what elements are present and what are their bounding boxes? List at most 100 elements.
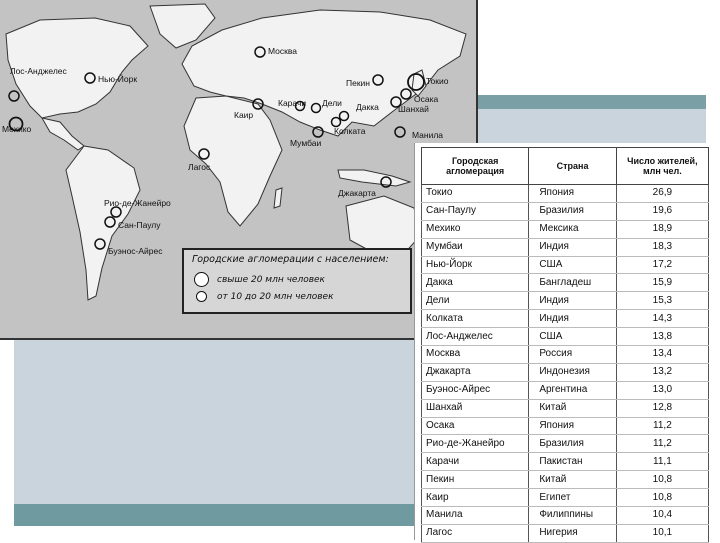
cell-country: Китай [528, 470, 617, 490]
city-label-beijing: Пекин [346, 78, 370, 88]
cell-population: 15,9 [615, 273, 710, 293]
table-row: Джакарта Индонезия 13,2 [420, 363, 710, 382]
table-row: Токио Япония 26,9 [420, 184, 710, 203]
table-row: Лос-Анджелес США 13,8 [420, 327, 710, 347]
city-label-shanghai: Шанхай [398, 104, 429, 114]
table-row: Дели Индия 15,3 [420, 291, 710, 311]
legend-label-large: свыше 20 млн человек [217, 275, 325, 285]
world-map: Лос-Анджелес Нью-Йорк Мехико Москва Пеки… [0, 0, 478, 340]
city-label-tokyo: Токио [426, 76, 449, 86]
cell-population: 14,3 [615, 309, 710, 329]
cell-city: Дели [420, 291, 530, 311]
column-header-population: Число жителей, млн чел. [615, 147, 710, 185]
cell-country: Бангладеш [528, 273, 617, 293]
cell-city: Сан-Паулу [420, 202, 530, 221]
cell-city: Джакарта [420, 363, 530, 382]
city-label-sao-paulo: Сан-Паулу [118, 220, 161, 230]
cell-population: 26,9 [615, 184, 710, 203]
africa-shape [183, 95, 283, 227]
cell-population: 18,9 [615, 220, 710, 239]
cell-city: Колката [420, 309, 530, 329]
city-label-buenos-aires: Буэнос-Айрес [108, 246, 163, 256]
cell-country: Индия [528, 291, 617, 311]
city-marker-manila [394, 126, 406, 138]
table-row: Карачи Пакистан 11,1 [420, 452, 710, 472]
cell-population: 11,1 [615, 452, 710, 472]
cell-country: Бразилия [528, 434, 617, 454]
city-label-osaka: Осака [414, 94, 439, 104]
cell-city: Пекин [420, 470, 530, 490]
australia-shape [345, 195, 421, 257]
table-row: Пекин Китай 10,8 [420, 470, 710, 490]
cell-city: Буэнос-Айрес [420, 381, 530, 400]
cell-city: Токио [420, 184, 530, 203]
table-body: Токио Япония 26,9 Сан-Паулу Бразилия 19,6 Мехи… [420, 184, 710, 543]
cell-country: Индия [528, 309, 617, 329]
cell-country: Россия [528, 345, 617, 364]
city-label-lagos: Лагос [188, 162, 211, 172]
table-row: Шанхай Китай 12,8 [420, 399, 710, 418]
city-label-jakarta: Джакарта [338, 188, 376, 198]
table-row: Москва Россия 13,4 [420, 345, 710, 364]
cell-city: Каир [420, 488, 530, 508]
column-header-country: Страна [528, 147, 617, 185]
city-label-delhi: Дели [322, 98, 342, 108]
cell-country: США [528, 256, 617, 275]
cell-city: Мумбаи [420, 238, 530, 257]
legend-label-small: от 10 до 20 млн человек [217, 292, 334, 302]
cell-population: 10,4 [615, 506, 710, 525]
agglomeration-table: Городская агломерация Страна Число жител… [420, 147, 710, 543]
cell-city: Москва [420, 345, 530, 364]
city-label-rio: Рио-де-Жанейро [104, 198, 171, 208]
cell-city: Дакка [420, 273, 530, 293]
city-label-cairo: Каир [234, 110, 254, 120]
cell-population: 15,3 [615, 291, 710, 311]
legend-item-small: от 10 до 20 млн человек [194, 291, 334, 302]
city-label-los-angeles: Лос-Анджелес [10, 66, 67, 76]
cell-population: 10,8 [615, 470, 710, 490]
city-label-karachi: Карачи [278, 98, 307, 108]
cell-population: 13,8 [615, 327, 710, 347]
table-row: Колката Индия 14,3 [420, 309, 710, 329]
cell-population: 11,2 [615, 434, 710, 454]
table-row: Каир Египет 10,8 [420, 488, 710, 508]
table-row: Манила Филиппины 10,4 [420, 506, 710, 525]
indonesia-shape [337, 169, 412, 187]
cell-population: 12,8 [615, 399, 710, 418]
cell-city: Шанхай [420, 399, 530, 418]
table-row: Нью-Йорк США 17,2 [420, 256, 710, 275]
cell-country: Филиппины [528, 506, 617, 525]
cell-country: Китай [528, 399, 617, 418]
cell-population: 13,0 [615, 381, 710, 400]
map-legend: Городские агломерации с населением: свыш… [182, 248, 412, 314]
legend-item-large: свыше 20 млн человек [194, 272, 325, 287]
central-america-shape [41, 117, 85, 151]
cell-population: 17,2 [615, 256, 710, 275]
cell-population: 13,2 [615, 363, 710, 382]
cell-country: Мексика [528, 220, 617, 239]
city-label-dhaka: Дакка [356, 102, 379, 112]
city-label-mumbai: Мумбаи [290, 138, 322, 148]
table-row: Дакка Бангладеш 15,9 [420, 273, 710, 293]
agglomeration-table-panel: Городская агломерация Страна Число жител… [414, 143, 717, 543]
city-label-manila: Манила [412, 130, 444, 140]
cell-country: Бразилия [528, 202, 617, 221]
table-row: Сан-Паулу Бразилия 19,6 [420, 202, 710, 221]
cell-population: 10,8 [615, 488, 710, 508]
cell-country: Индонезия [528, 363, 617, 382]
cell-city: Рио-де-Жанейро [420, 434, 530, 454]
cell-population: 11,2 [615, 417, 710, 436]
table-row: Буэнос-Айрес Аргентина 13,0 [420, 381, 710, 400]
large-circle-icon [194, 272, 209, 287]
table-row: Рио-де-Жанейро Бразилия 11,2 [420, 434, 710, 454]
city-label-kolkata: Колката [334, 126, 366, 136]
cell-country: США [528, 327, 617, 347]
cell-country: Япония [528, 417, 617, 436]
cell-city: Нью-Йорк [420, 256, 530, 275]
city-label-mexico: Мехико [2, 124, 32, 134]
cell-city: Мехико [420, 220, 530, 239]
cell-city: Лос-Анджелес [420, 327, 530, 347]
cell-country: Япония [528, 184, 617, 203]
cell-country: Пакистан [528, 452, 617, 472]
cell-country: Индия [528, 238, 617, 257]
